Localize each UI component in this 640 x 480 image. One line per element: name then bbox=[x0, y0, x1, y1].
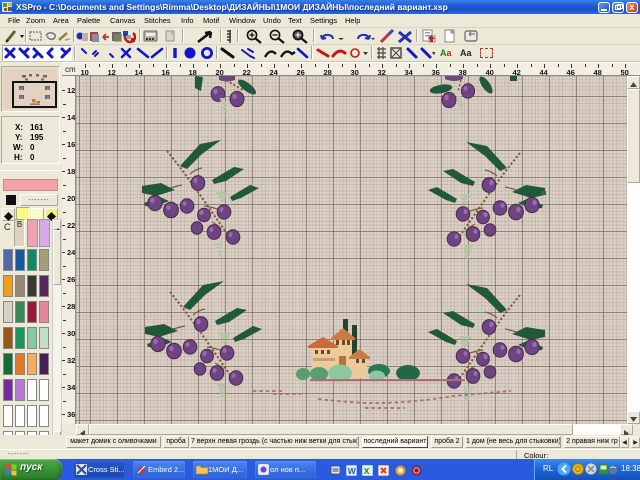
svg-text:W: W bbox=[348, 466, 357, 476]
svg-text:X: X bbox=[364, 466, 370, 476]
